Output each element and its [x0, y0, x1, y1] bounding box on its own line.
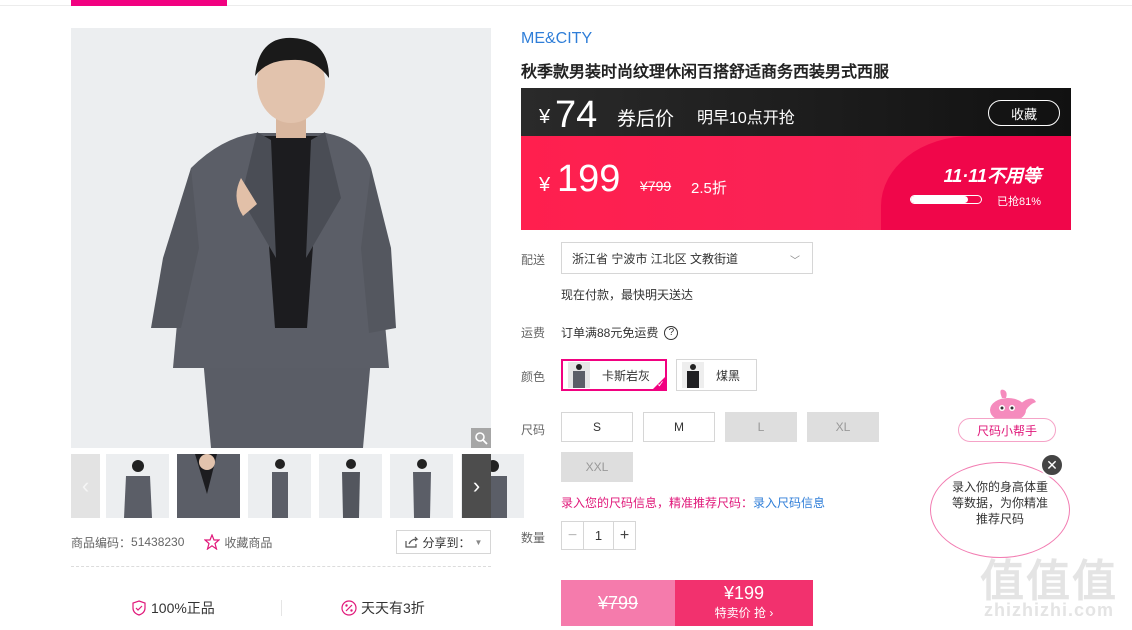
promise-discount-label: 天天有3折: [361, 600, 425, 616]
sale-price-bar: ¥ 199 ¥799 2.5折 11·11不用等 已抢81%: [521, 136, 1071, 230]
color-option-label: 煤黑: [716, 368, 741, 383]
close-icon[interactable]: ✕: [1040, 453, 1064, 477]
caret-down-icon: ▼: [474, 537, 483, 547]
size-option-l: L: [725, 412, 797, 442]
delivery-note: 现在付款，最快明天送达: [561, 288, 694, 302]
favorite-product-button[interactable]: 收藏商品: [204, 534, 272, 551]
size-option-m[interactable]: M: [643, 412, 715, 442]
share-label: 分享到：: [422, 535, 471, 550]
magnifier-icon: [475, 432, 488, 445]
watermark-domain: zhizhizhi.com: [984, 600, 1114, 620]
product-meta-row: 商品编码： 51438230 收藏商品 分享到： ▼: [71, 530, 491, 554]
size-label: 尺码: [521, 423, 546, 437]
product-code-label: 商品编码：: [71, 535, 132, 550]
shield-icon: [132, 600, 146, 616]
grab-progress-label: 已抢81%: [996, 196, 1041, 208]
color-option-label: 卡斯岩灰: [602, 368, 651, 383]
product-title: 秋季款男装时尚纹理休闲百搭舒适商务西装男式西服: [521, 64, 890, 81]
grab-progress-bar: [910, 195, 982, 204]
sale-currency: ¥: [539, 174, 551, 196]
size-helper-button[interactable]: 尺码小帮手: [958, 418, 1056, 442]
promise-discount: 天天有3折: [341, 598, 425, 618]
sale-start-time: 明早10点开抢: [697, 110, 795, 127]
size-option-xl: XL: [807, 412, 879, 442]
collect-button[interactable]: 收藏: [988, 100, 1060, 126]
promise-authentic: 100%正品: [131, 598, 215, 618]
quantity-stepper: − 1 +: [561, 521, 636, 550]
color-option-black[interactable]: 煤黑: [676, 359, 757, 391]
size-option-xxl: XXL: [561, 452, 633, 482]
chevron-right-icon: ›: [472, 473, 481, 498]
size-tip: 录入您的尺码信息，精准推荐尺码：录入尺码信息: [561, 494, 825, 511]
promise-authentic-label: 100%正品: [151, 600, 215, 616]
share-icon: [404, 536, 418, 548]
coupon-price-label: 券后价: [617, 109, 675, 130]
original-price-button: ¥799: [561, 580, 675, 626]
coupon-price: 74: [555, 94, 598, 136]
thumbnail-4[interactable]: [319, 454, 382, 518]
thumbnail-2[interactable]: [177, 454, 240, 518]
address-value: 浙江省 宁波市 江北区 文教街道: [572, 251, 739, 266]
product-code: 51438230: [131, 535, 185, 549]
quantity-minus-button[interactable]: −: [562, 522, 584, 549]
buy-action-label: 特卖价 抢 ›: [714, 606, 774, 620]
quantity-input[interactable]: 1: [584, 522, 613, 549]
sale-price: 199: [557, 158, 621, 200]
chevron-down-icon: ﹀: [790, 256, 800, 267]
quantity-plus-button[interactable]: +: [613, 522, 635, 549]
active-tab-indicator[interactable]: [71, 0, 227, 6]
shipping-info: 订单满88元免运费 ?: [561, 324, 679, 341]
chevron-left-icon: ‹: [81, 473, 90, 498]
selected-check-icon: ✓: [652, 376, 666, 390]
top-tab-bar: [0, 0, 1132, 6]
thumb-next-button[interactable]: ›: [462, 454, 491, 518]
color-label: 颜色: [521, 370, 546, 384]
product-main-image: [71, 28, 491, 448]
thumbnail-1[interactable]: [106, 454, 169, 518]
model-illustration: [71, 28, 491, 448]
thumbnail-3[interactable]: [248, 454, 311, 518]
brand-link[interactable]: ME&CITY: [521, 30, 592, 48]
quantity-label: 数量: [521, 531, 546, 545]
delivery-label: 配送: [521, 253, 546, 267]
original-price: ¥799: [640, 178, 672, 194]
grab-progress-fill: [911, 196, 968, 203]
percent-badge-icon: [341, 600, 357, 616]
address-select[interactable]: 浙江省 宁波市 江北区 文教街道 ﹀: [561, 242, 813, 274]
size-tip-link[interactable]: 录入尺码信息: [753, 496, 825, 510]
discount-label: 2.5折: [691, 180, 727, 197]
coupon-price-bar: ¥ 74 券后价 明早10点开抢 收藏: [521, 88, 1071, 136]
help-icon[interactable]: ?: [664, 325, 679, 340]
size-tip-text: 录入您的尺码信息，精准推荐尺码：: [561, 496, 754, 510]
color-option-gray[interactable]: 卡斯岩灰 ✓: [561, 359, 667, 391]
thumbnail-strip: ‹ ›: [71, 454, 524, 518]
shipping-label: 运费: [521, 326, 546, 340]
share-dropdown[interactable]: 分享到： ▼: [396, 530, 491, 554]
shipping-text: 订单满88元免运费: [561, 326, 659, 340]
zoom-button[interactable]: [471, 428, 491, 448]
favorite-label: 收藏商品: [224, 535, 273, 550]
size-option-s[interactable]: S: [561, 412, 633, 442]
star-icon: [204, 534, 221, 550]
thumb-prev-button[interactable]: ‹: [71, 454, 100, 518]
promise-separator: [281, 600, 282, 616]
color-swatch-gray: [568, 362, 590, 388]
buy-now-button[interactable]: ¥199 特卖价 抢 ›: [675, 580, 813, 626]
divider: [71, 566, 491, 567]
buy-price: ¥199: [723, 583, 765, 603]
coupon-currency: ¥: [539, 106, 551, 128]
color-swatch-black: [682, 362, 704, 388]
event-title: 11·11不用等: [943, 166, 1041, 186]
thumbnail-5[interactable]: [390, 454, 453, 518]
